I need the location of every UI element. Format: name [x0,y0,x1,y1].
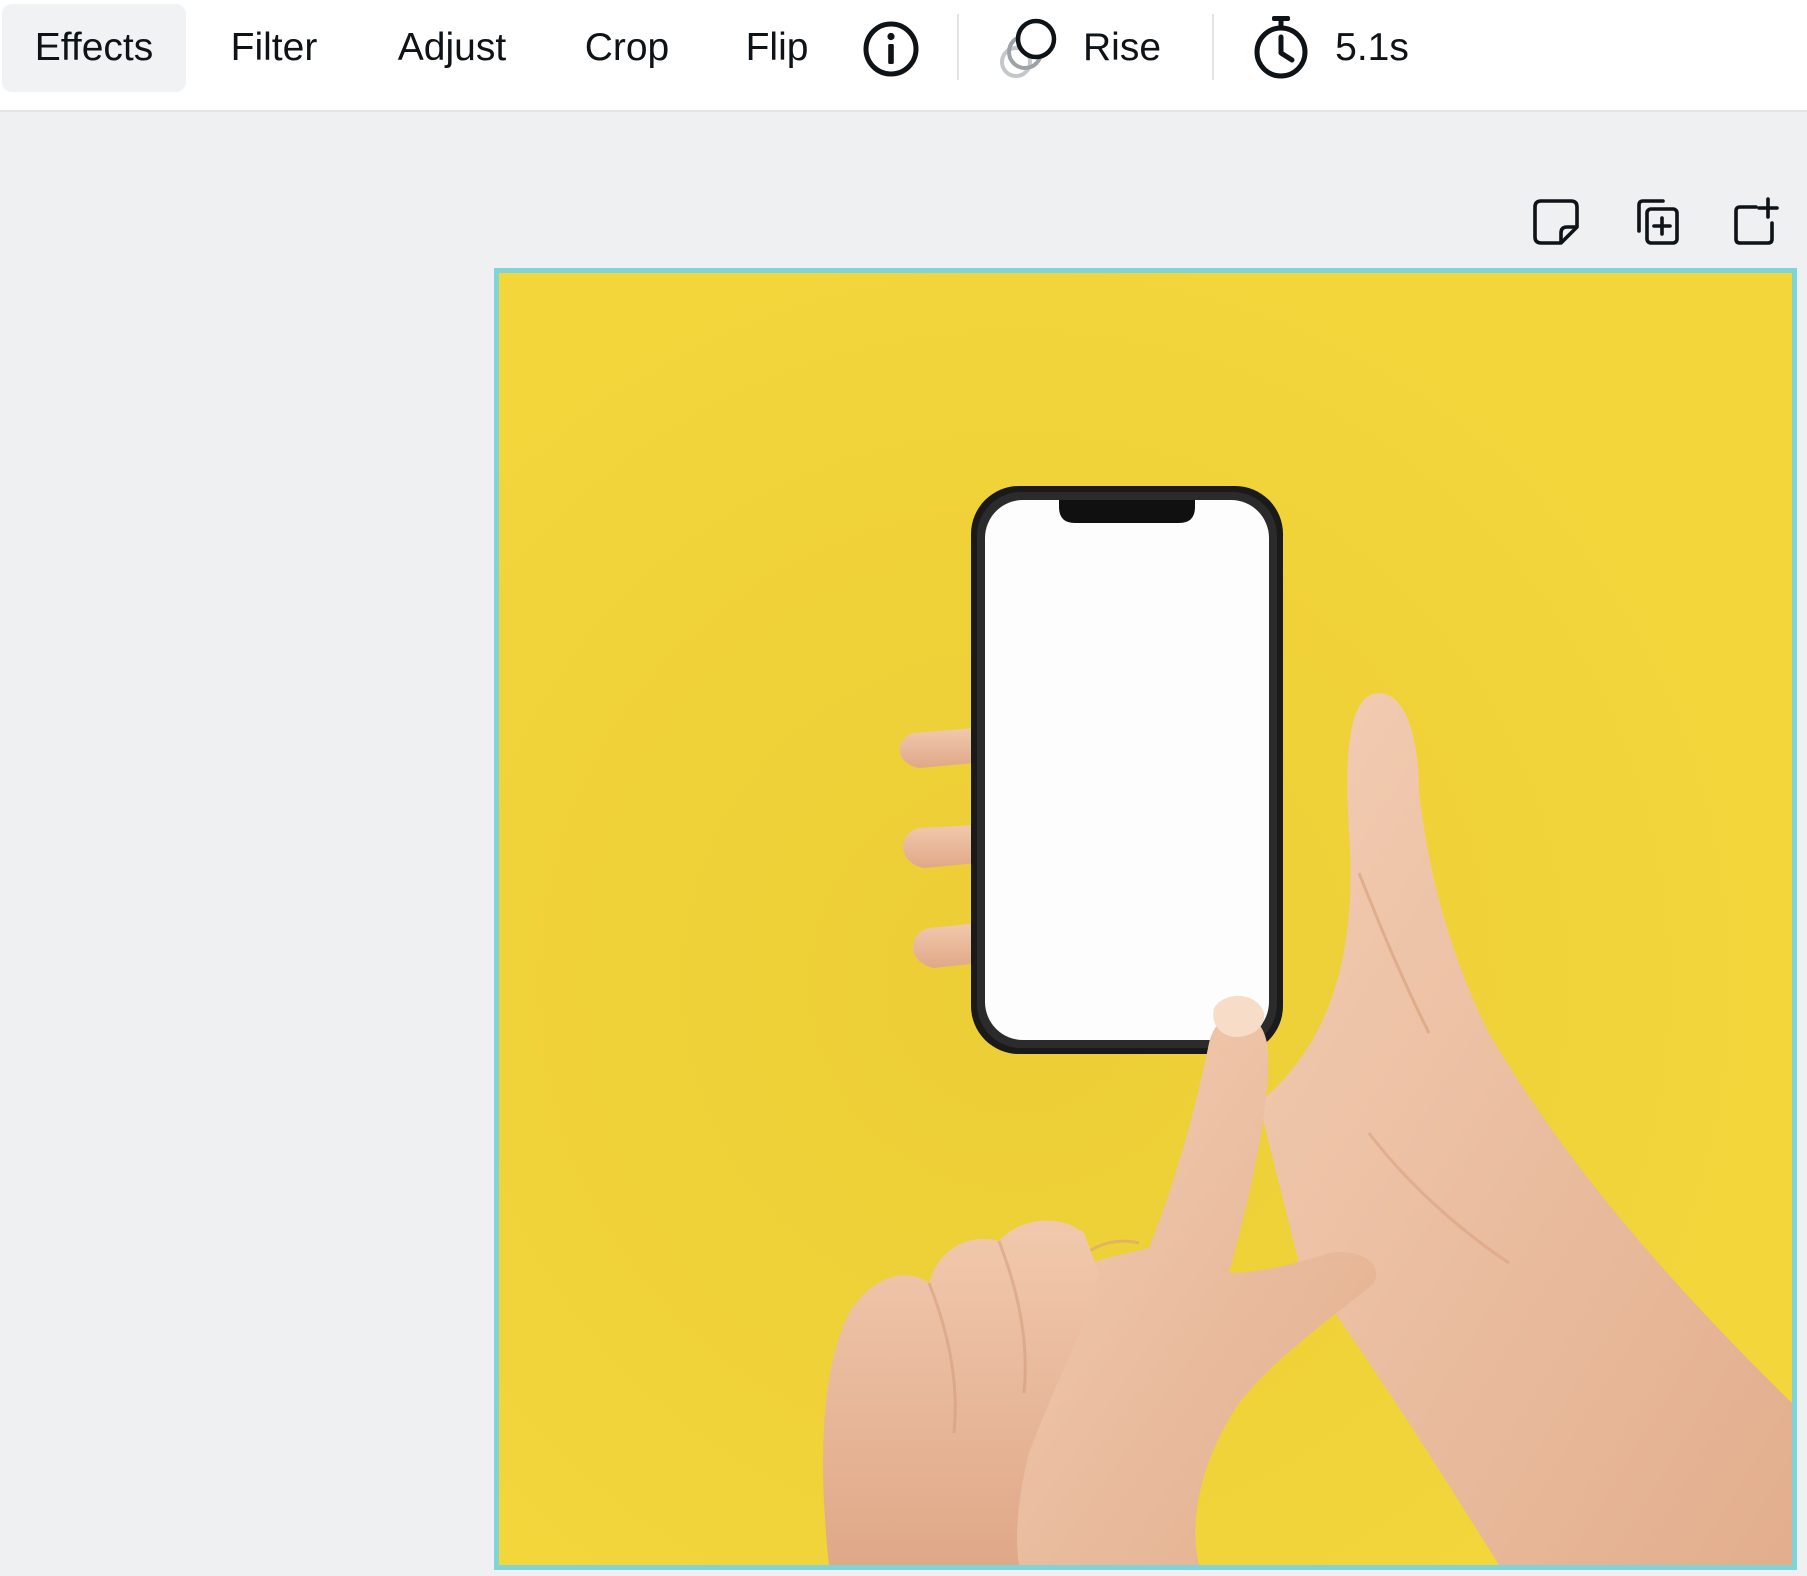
stopwatch-icon[interactable] [1250,12,1312,82]
animation-rise-button[interactable]: Rise [1072,4,1172,92]
info-icon[interactable] [858,16,924,82]
crop-button[interactable]: Crop [560,4,694,92]
sticky-note-icon[interactable] [1528,194,1584,250]
design-canvas-selected-image[interactable] [494,268,1797,1570]
add-page-icon[interactable] [1727,194,1783,250]
adjust-button[interactable]: Adjust [370,4,534,92]
filter-button[interactable]: Filter [204,4,344,92]
image-toolbar: Effects Filter Adjust Crop Flip Rise 5.1… [0,0,1807,112]
toolbar-divider [957,14,959,80]
flip-button[interactable]: Flip [720,4,834,92]
animation-circles-icon[interactable] [994,18,1066,80]
duplicate-page-icon[interactable] [1628,194,1684,250]
toolbar-divider [1212,14,1214,80]
effects-button[interactable]: Effects [2,4,186,92]
duration-button[interactable]: 5.1s [1326,4,1418,92]
phone-in-hands-photo [499,273,1792,1565]
